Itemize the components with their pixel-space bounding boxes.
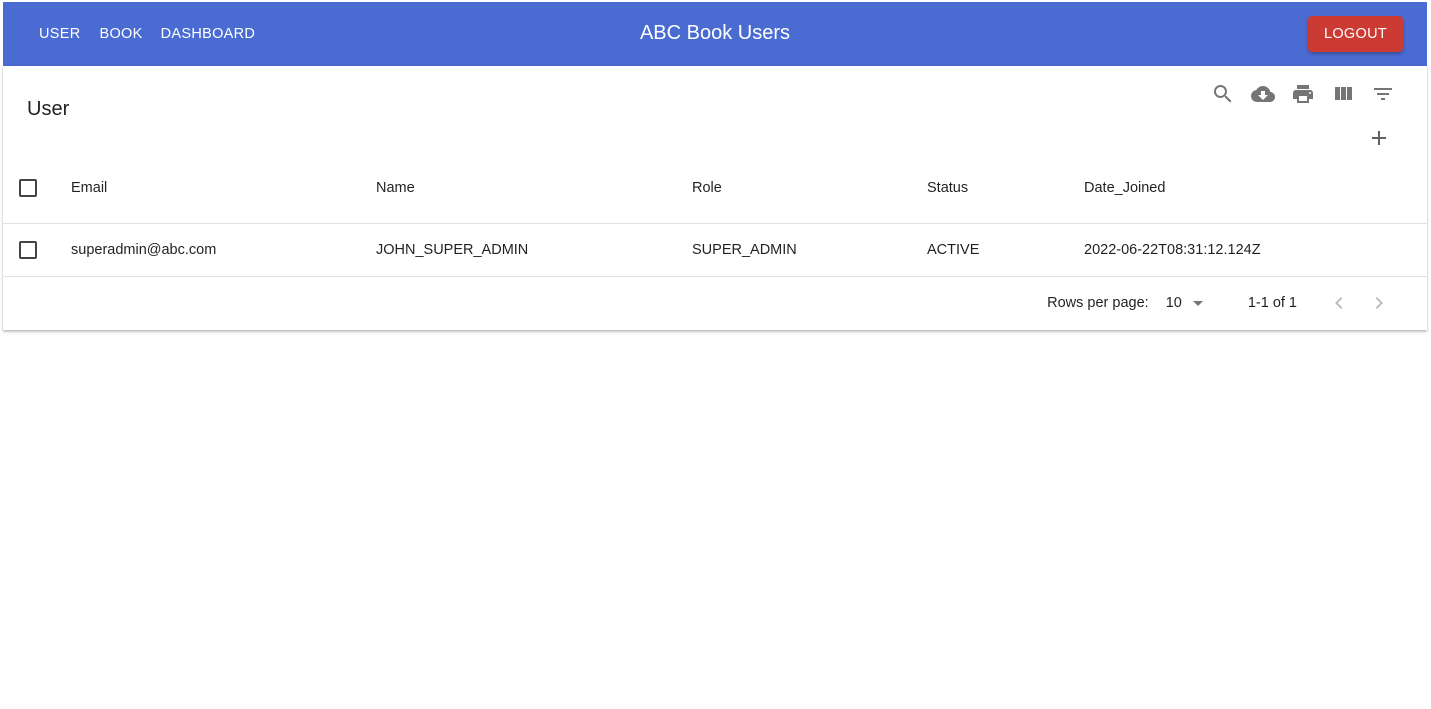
app-bar: USER BOOK DASHBOARD ABC Book Users LOGOU… bbox=[3, 2, 1427, 66]
select-all-checkbox[interactable] bbox=[19, 179, 37, 198]
rows-per-page-select[interactable]: 10 bbox=[1166, 291, 1210, 315]
column-header-name[interactable]: Name bbox=[376, 154, 692, 224]
table-header-row: Email Name Role Status Date_Joined bbox=[3, 154, 1427, 224]
nav-dashboard-button[interactable]: DASHBOARD bbox=[152, 18, 265, 50]
table-pagination: Rows per page: 10 1-1 of 1 bbox=[3, 277, 1427, 330]
previous-page-button[interactable] bbox=[1319, 283, 1359, 323]
cell-role: SUPER_ADMIN bbox=[692, 223, 927, 277]
row-select-cell bbox=[3, 223, 71, 277]
download-icon[interactable] bbox=[1243, 74, 1283, 114]
rows-per-page-label: Rows per page: bbox=[1047, 295, 1149, 311]
table-toolbar: User bbox=[3, 66, 1427, 154]
rows-per-page-value: 10 bbox=[1165, 295, 1182, 311]
nav-user-button[interactable]: USER bbox=[30, 18, 90, 50]
dropdown-arrow-icon bbox=[1186, 291, 1210, 315]
cell-email: superadmin@abc.com bbox=[71, 223, 376, 277]
logout-button[interactable]: LOGOUT bbox=[1307, 16, 1403, 52]
user-table-card: User Email Name Role Status Date_Joined … bbox=[3, 66, 1427, 330]
page-range-info: 1-1 of 1 bbox=[1247, 295, 1297, 311]
cell-status: ACTIVE bbox=[927, 223, 1084, 277]
cell-date-joined: 2022-06-22T08:31:12.124Z bbox=[1084, 223, 1427, 277]
top-nav: USER BOOK DASHBOARD bbox=[3, 18, 264, 50]
toolbar-actions bbox=[1203, 74, 1403, 114]
search-icon[interactable] bbox=[1203, 74, 1243, 114]
row-checkbox[interactable] bbox=[19, 240, 37, 259]
nav-book-button[interactable]: BOOK bbox=[91, 18, 152, 50]
print-icon[interactable] bbox=[1283, 74, 1323, 114]
add-icon[interactable] bbox=[1359, 118, 1399, 158]
filter-icon[interactable] bbox=[1363, 74, 1403, 114]
column-header-date-joined[interactable]: Date_Joined bbox=[1084, 154, 1427, 224]
next-page-button[interactable] bbox=[1359, 283, 1399, 323]
column-header-email[interactable]: Email bbox=[71, 154, 376, 224]
column-header-role[interactable]: Role bbox=[692, 154, 927, 224]
table-row[interactable]: superadmin@abc.com JOHN_SUPER_ADMIN SUPE… bbox=[3, 223, 1427, 277]
chevron-right-icon bbox=[1375, 297, 1383, 309]
select-all-cell bbox=[3, 154, 71, 224]
view-columns-icon[interactable] bbox=[1323, 74, 1363, 114]
table-title: User bbox=[27, 98, 70, 120]
chevron-left-icon bbox=[1335, 297, 1343, 309]
cell-name: JOHN_SUPER_ADMIN bbox=[376, 223, 692, 277]
column-header-status[interactable]: Status bbox=[927, 154, 1084, 224]
user-table: Email Name Role Status Date_Joined super… bbox=[3, 154, 1427, 277]
